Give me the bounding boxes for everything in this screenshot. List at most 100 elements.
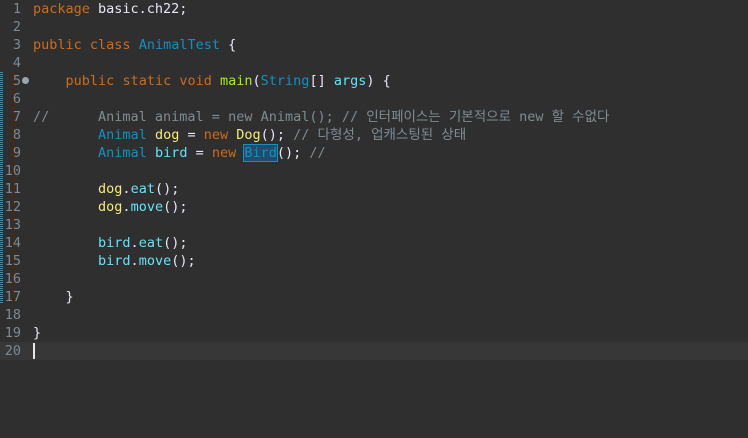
code-token: . [130, 253, 139, 269]
code-token: AnimalTest [138, 37, 220, 53]
code-line[interactable]: 19} [0, 324, 748, 342]
code-token: . [122, 181, 131, 197]
line-number: 3 [12, 37, 21, 53]
code-token: dog [98, 181, 123, 197]
code-line[interactable]: 15 bird.move(); [0, 252, 748, 270]
code-token: Dog [236, 127, 261, 143]
line-number: 8 [12, 127, 21, 143]
line-number: 7 [12, 109, 21, 125]
code-token: { [219, 37, 237, 53]
line-number: 5 [12, 73, 21, 89]
code-line[interactable]: 6 [0, 90, 748, 108]
code-token: = [187, 145, 212, 161]
code-line[interactable]: 10 [0, 162, 748, 180]
line-number: 15 [4, 253, 21, 269]
code-token: (); [276, 145, 310, 161]
code-line[interactable]: 18 [0, 306, 748, 324]
line-number: 20 [4, 343, 21, 359]
code-token: // [309, 145, 326, 161]
line-number: 10 [4, 163, 21, 179]
code-editor[interactable]: 1 package basic.ch22; 2 3 public class Anima… [0, 0, 748, 438]
code-token: . [122, 199, 131, 215]
text-cursor [33, 343, 35, 359]
code-token: Animal [98, 127, 147, 143]
code-line[interactable]: 14 bird.eat(); [0, 234, 748, 252]
code-token: (); [260, 127, 294, 143]
line-number: 9 [12, 145, 21, 161]
code-token: void [179, 73, 212, 89]
code-token: (); [163, 235, 188, 251]
line-number: 2 [12, 19, 21, 35]
line-number: 14 [4, 235, 21, 251]
line-number: 11 [4, 181, 21, 197]
code-token: bird [98, 235, 131, 251]
code-token: // Animal animal = new Animal(); // 인터페이… [33, 109, 610, 125]
line-code: package basic.ch22; [33, 0, 187, 18]
code-token: (); [154, 181, 180, 197]
code-line[interactable]: 17 } [0, 288, 748, 306]
code-token: dog [98, 199, 123, 215]
code-line[interactable]: 3 public class AnimalTest { [0, 36, 748, 54]
code-token: args [333, 73, 367, 89]
code-line[interactable]: 16 [0, 270, 748, 288]
collapse-fold-icon[interactable] [22, 77, 29, 84]
code-token: package [33, 1, 90, 17]
line-code: public class AnimalTest { [33, 36, 236, 54]
code-token: eat [138, 235, 164, 251]
code-line[interactable]: 1 package basic.ch22; [0, 0, 748, 18]
code-token: bird [154, 145, 188, 161]
code-line[interactable]: 4 [0, 54, 748, 72]
code-token: basic.ch22; [89, 1, 188, 17]
code-line[interactable]: 12 dog.move(); [0, 198, 748, 216]
code-token: static [122, 73, 172, 89]
line-code: } [33, 324, 41, 342]
code-line[interactable]: 20 [0, 342, 748, 360]
code-line[interactable]: 2 [0, 18, 748, 36]
code-token: } [33, 289, 74, 305]
code-token: ) { [366, 73, 391, 89]
line-number: 19 [4, 325, 21, 341]
code-line[interactable]: 13 [0, 216, 748, 234]
code-token: main [220, 73, 253, 89]
line-code: bird.move(); [33, 252, 196, 270]
line-number: 12 [4, 199, 21, 215]
code-token: bird [98, 253, 131, 269]
code-token: = [179, 127, 204, 143]
code-token: move [130, 199, 164, 215]
line-number: 16 [4, 271, 21, 287]
line-number: 1 [12, 1, 21, 17]
code-token: } [33, 325, 42, 341]
line-number: 6 [12, 91, 21, 107]
line-code: dog.move(); [33, 198, 187, 216]
line-code: public static void main(String[] args) { [33, 72, 391, 90]
code-token: move [138, 253, 172, 269]
line-number: 4 [12, 55, 21, 71]
code-token: ( [252, 73, 261, 89]
code-token: . [130, 235, 139, 251]
code-line[interactable]: 5 public static void main(String[] args)… [0, 72, 748, 90]
line-code: // Animal animal = new Animal(); // 인터페이… [33, 108, 609, 126]
code-token: (); [163, 199, 188, 215]
line-code: Animal bird = new Bird(); // [33, 144, 326, 162]
line-number: 18 [4, 307, 21, 323]
line-number: 17 [4, 289, 21, 305]
line-code: } [33, 288, 74, 306]
code-token: class [89, 37, 131, 53]
code-token: eat [130, 181, 155, 197]
code-line[interactable]: 11 dog.eat(); [0, 180, 748, 198]
code-line[interactable]: 8 Animal dog = new Dog(); // 다형성, 업캐스팅된 … [0, 126, 748, 144]
code-token: new [203, 127, 229, 143]
code-line[interactable]: 7 // Animal animal = new Animal(); // 인터페… [0, 108, 748, 126]
code-token: dog [154, 127, 180, 143]
line-number: 13 [4, 217, 21, 233]
code-token: (); [171, 253, 196, 269]
code-line[interactable]: 9 Animal bird = new Bird(); // [0, 144, 748, 162]
